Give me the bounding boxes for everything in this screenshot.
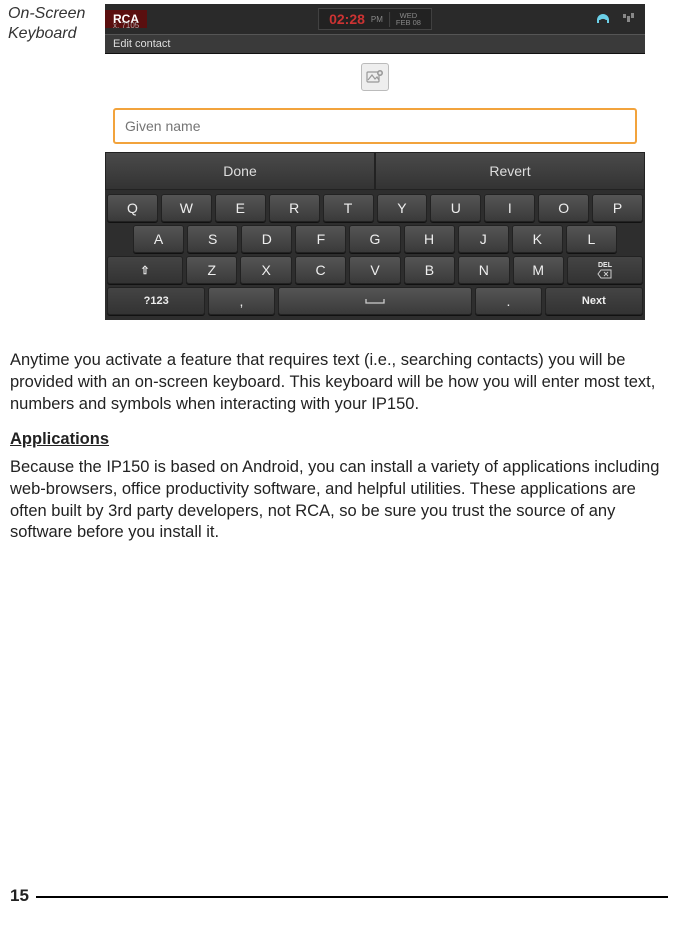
key-period[interactable]: .: [475, 287, 541, 315]
key-x[interactable]: X: [240, 256, 291, 284]
key-n[interactable]: N: [458, 256, 509, 284]
key-c[interactable]: C: [295, 256, 346, 284]
key-t[interactable]: T: [323, 194, 374, 222]
key-z[interactable]: Z: [186, 256, 237, 284]
key-space[interactable]: [278, 287, 473, 315]
paragraph-osk: Anytime you activate a feature that requ…: [10, 350, 668, 415]
kbd-row-3: ⇧ Z X C V B N M DEL: [107, 256, 643, 284]
key-r[interactable]: R: [269, 194, 320, 222]
key-y[interactable]: Y: [377, 194, 428, 222]
footer-rule: [36, 896, 668, 898]
key-j[interactable]: J: [458, 225, 509, 253]
kbd-row-4: ?123 , . Next: [107, 287, 643, 315]
key-k[interactable]: K: [512, 225, 563, 253]
status-bar: RCA x. 7105 02:28 PM WEDFEB 08: [105, 4, 645, 34]
headset-icon: [595, 12, 611, 26]
key-i[interactable]: I: [484, 194, 535, 222]
key-q[interactable]: Q: [107, 194, 158, 222]
context-bar: Edit contact: [105, 34, 645, 54]
section-label: On-Screen Keyboard: [8, 4, 98, 44]
paragraph-applications: Because the IP150 is based on Android, y…: [10, 457, 668, 544]
kbd-row-2: A S D F G H J K L: [107, 225, 643, 253]
key-o[interactable]: O: [538, 194, 589, 222]
key-v[interactable]: V: [349, 256, 400, 284]
space-icon: [364, 297, 386, 305]
on-screen-keyboard: Q W E R T Y U I O P A S D F G H J K L ⇧ …: [105, 190, 645, 320]
key-h[interactable]: H: [404, 225, 455, 253]
key-d[interactable]: D: [241, 225, 292, 253]
key-shift[interactable]: ⇧: [107, 256, 183, 284]
add-photo-button[interactable]: [361, 63, 389, 91]
given-name-input[interactable]: [113, 108, 637, 144]
clock-ampm: PM: [371, 15, 383, 24]
key-s[interactable]: S: [187, 225, 238, 253]
key-l[interactable]: L: [566, 225, 617, 253]
settings-icon: [621, 12, 635, 26]
key-del[interactable]: DEL: [567, 256, 643, 284]
key-next[interactable]: Next: [545, 287, 643, 315]
page-number: 15: [10, 886, 29, 906]
key-b[interactable]: B: [404, 256, 455, 284]
key-w[interactable]: W: [161, 194, 212, 222]
heading-applications: Applications: [10, 429, 668, 451]
clock: 02:28 PM WEDFEB 08: [318, 8, 432, 30]
status-icons: [595, 12, 635, 26]
clock-date: WEDFEB 08: [389, 12, 421, 27]
brand-sub: x. 7105: [113, 21, 139, 30]
contact-photo-row: [105, 54, 645, 100]
clock-time: 02:28: [329, 11, 365, 27]
device-screenshot: RCA x. 7105 02:28 PM WEDFEB 08 Edit cont…: [105, 4, 645, 320]
revert-button[interactable]: Revert: [375, 152, 645, 190]
action-row: Done Revert: [105, 152, 645, 190]
done-button[interactable]: Done: [105, 152, 375, 190]
key-comma[interactable]: ,: [208, 287, 274, 315]
key-e[interactable]: E: [215, 194, 266, 222]
body-text: Anytime you activate a feature that requ…: [10, 350, 668, 558]
key-p[interactable]: P: [592, 194, 643, 222]
kbd-row-1: Q W E R T Y U I O P: [107, 194, 643, 222]
key-m[interactable]: M: [513, 256, 564, 284]
key-f[interactable]: F: [295, 225, 346, 253]
key-symbols[interactable]: ?123: [107, 287, 205, 315]
key-g[interactable]: G: [349, 225, 400, 253]
input-row: [105, 100, 645, 152]
key-a[interactable]: A: [133, 225, 184, 253]
key-u[interactable]: U: [430, 194, 481, 222]
backspace-icon: [597, 269, 613, 279]
